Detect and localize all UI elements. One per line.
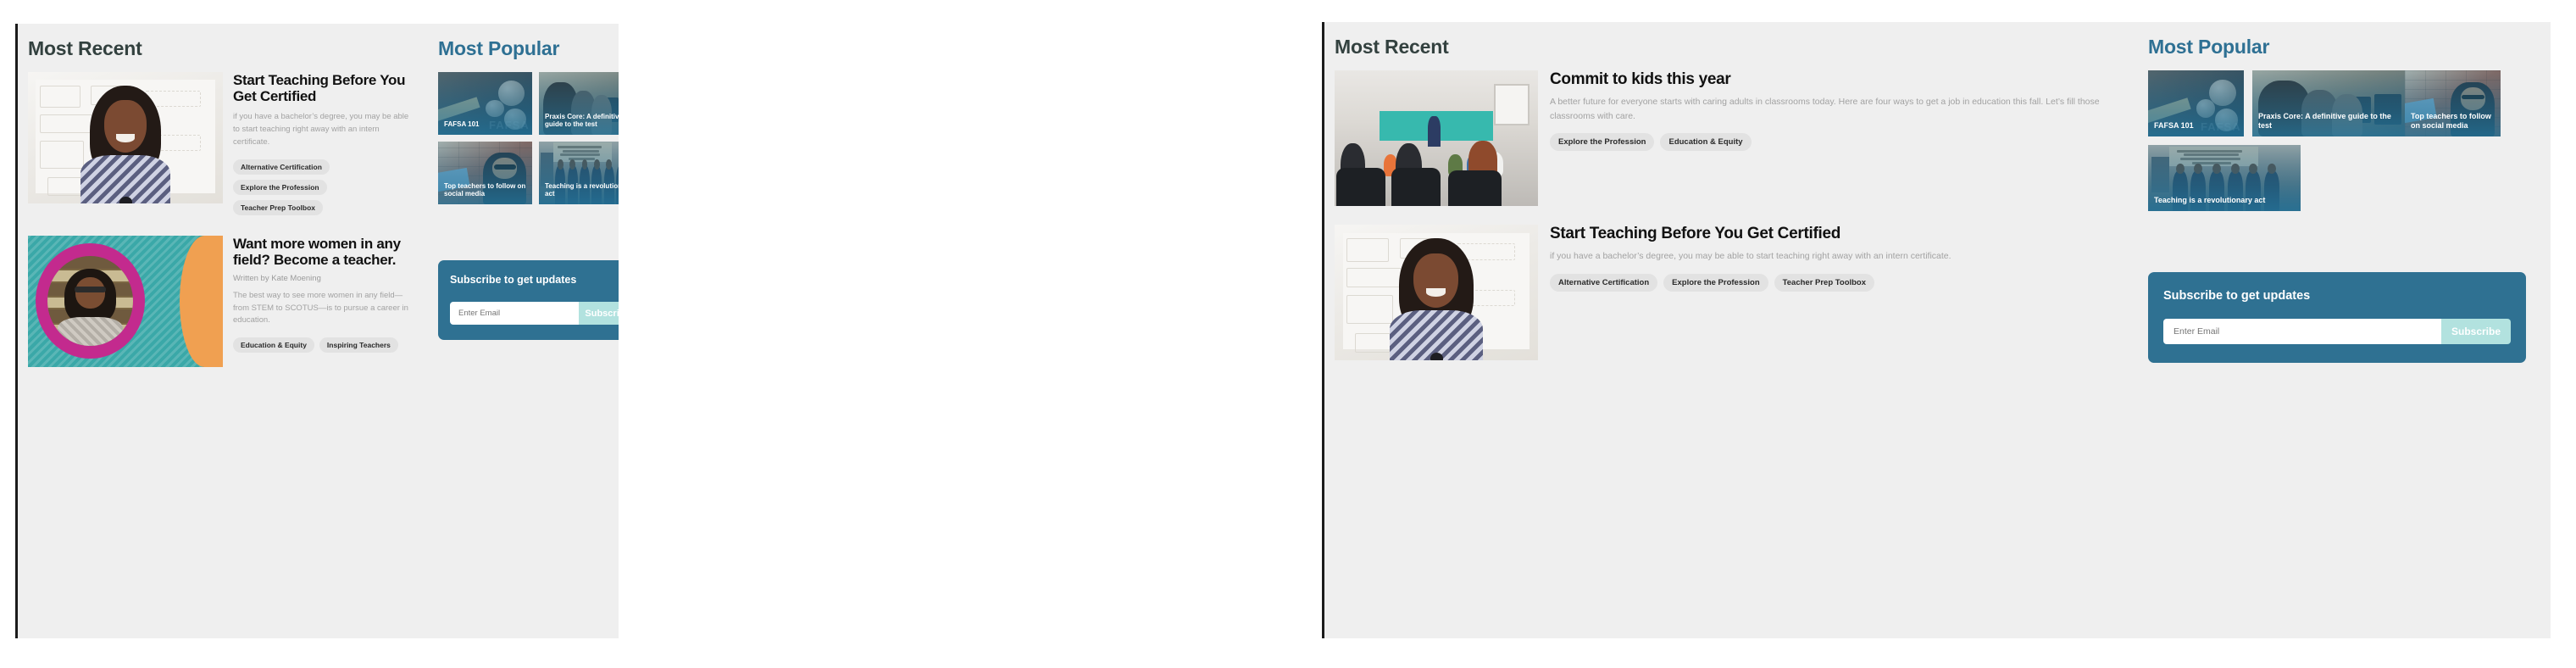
- article-card[interactable]: Want more women in any field? Become a t…: [18, 235, 423, 367]
- popular-card-caption: Praxis Core: A definitive guide to the t…: [545, 112, 619, 129]
- article-tag[interactable]: Explore the Profession: [233, 179, 327, 195]
- article-tag[interactable]: Inspiring Teachers: [319, 337, 398, 353]
- article-tag[interactable]: Teacher Prep Toolbox: [1774, 273, 1875, 292]
- article-excerpt: if you have a bachelor’s degree, you may…: [1550, 251, 1951, 262]
- article-tag[interactable]: Education & Equity: [233, 337, 314, 353]
- article-tag[interactable]: Education & Equity: [1660, 133, 1752, 151]
- subscribe-title: Subscribe to get updates: [450, 274, 577, 286]
- most-recent-column: Most Recent: [1324, 22, 2129, 638]
- article-title[interactable]: Start Teaching Before You Get Certified: [233, 72, 416, 104]
- article-card[interactable]: Commit to kids this year A better future…: [1324, 70, 2129, 206]
- popular-card[interactable]: Praxis Core: A definitive guide to the t…: [539, 72, 619, 135]
- teacher-at-whiteboard-image: [1335, 225, 1538, 360]
- article-byline: Written by Kate Moening: [233, 273, 321, 283]
- article-tag-row: Alternative Certification Explore the Pr…: [233, 159, 416, 220]
- popular-card-caption: FAFSA 101: [444, 120, 480, 129]
- teacher-at-whiteboard-image: [28, 72, 223, 203]
- popular-card-grid: FAFSA FAFSA 101 Praxis Core: A definitiv…: [2129, 70, 2551, 220]
- article-tag-row: Explore the Profession Education & Equit…: [1550, 133, 2121, 157]
- subscribe-button[interactable]: Subscribe: [2441, 319, 2511, 344]
- screenshot-stage: Most Recent Start Teaching Before You Ge…: [0, 0, 2576, 668]
- popular-card-caption: Praxis Core: A definitive guide to the t…: [2258, 112, 2391, 131]
- article-thumbnail[interactable]: [28, 72, 223, 203]
- subscribe-form: Subscribe: [450, 302, 619, 325]
- most-popular-column: Most Popular FAFSA FAFSA 101: [2129, 22, 2551, 638]
- subscribe-title: Subscribe to get updates: [2163, 289, 2311, 303]
- most-recent-column: Most Recent: [18, 24, 423, 638]
- classroom-audience-image: [1335, 70, 1538, 206]
- article-tag[interactable]: Alternative Certification: [233, 159, 330, 175]
- popular-card-caption: Teaching is a revolutionary act: [545, 181, 619, 198]
- most-recent-heading: Most Recent: [1335, 36, 1449, 58]
- most-recent-heading: Most Recent: [28, 37, 142, 59]
- article-tag[interactable]: Alternative Certification: [1550, 273, 1658, 292]
- popular-card[interactable]: Praxis Core: A definitive guide to the t…: [2252, 70, 2405, 136]
- subscribe-widget: Subscribe to get updates Subscribe: [2148, 272, 2526, 363]
- article-title[interactable]: Want more women in any field? Become a t…: [233, 236, 416, 268]
- article-tag-row: Alternative Certification Explore the Pr…: [1550, 273, 2121, 298]
- blog-panel-left: Most Recent Start Teaching Before You Ge…: [15, 24, 619, 638]
- most-popular-column: Most Popular FAFSA FAFSA 101: [423, 24, 619, 638]
- article-card[interactable]: Start Teaching Before You Get Certified …: [18, 72, 423, 220]
- popular-card-caption: FAFSA 101: [2154, 121, 2194, 131]
- article-thumbnail[interactable]: [1335, 225, 1538, 360]
- subscribe-button[interactable]: Subscribe: [579, 302, 619, 325]
- article-title[interactable]: Start Teaching Before You Get Certified: [1550, 225, 2121, 242]
- article-tag[interactable]: Teacher Prep Toolbox: [233, 199, 324, 215]
- popular-card[interactable]: Top teachers to follow on social media: [438, 142, 532, 204]
- article-excerpt: if you have a bachelor’s degree, you may…: [233, 112, 409, 147]
- subscribe-widget: Subscribe to get updates Subscribe: [438, 260, 619, 340]
- popular-card[interactable]: Teaching is a revolutionary act: [2148, 145, 2301, 211]
- popular-card[interactable]: FAFSA FAFSA 101: [2148, 70, 2244, 136]
- judge-portrait-graphic-image: [28, 235, 223, 367]
- popular-card-caption: Top teachers to follow on social media: [2411, 112, 2491, 131]
- email-input[interactable]: [450, 302, 579, 325]
- article-thumbnail[interactable]: [1335, 70, 1538, 206]
- popular-card-caption: Teaching is a revolutionary act: [2154, 196, 2266, 205]
- most-popular-heading: Most Popular: [438, 37, 560, 59]
- popular-card[interactable]: FAFSA FAFSA 101: [438, 72, 532, 135]
- popular-card-caption: Top teachers to follow on social media: [444, 181, 526, 198]
- article-tag[interactable]: Explore the Profession: [1663, 273, 1768, 292]
- article-excerpt: A better future for everyone starts with…: [1550, 97, 2100, 121]
- email-input[interactable]: [2163, 319, 2441, 344]
- subscribe-form: Subscribe: [2163, 319, 2511, 344]
- article-tag-row: Education & Equity Inspiring Teachers: [233, 337, 416, 358]
- article-tag[interactable]: Explore the Profession: [1550, 133, 1655, 151]
- blog-panel-right: Most Recent Commit to kids this year A b…: [1322, 22, 2551, 638]
- article-card[interactable]: Start Teaching Before You Get Certified …: [1324, 225, 2129, 360]
- article-thumbnail[interactable]: [28, 235, 223, 367]
- popular-card[interactable]: Top teachers to follow on social media: [2405, 70, 2501, 136]
- popular-card-grid: FAFSA FAFSA 101 Praxis Core: A definitiv…: [423, 72, 619, 211]
- most-popular-heading: Most Popular: [2148, 36, 2270, 58]
- article-title[interactable]: Commit to kids this year: [1550, 70, 2121, 88]
- article-excerpt: The best way to see more women in any fi…: [233, 290, 408, 326]
- popular-card[interactable]: Teaching is a revolutionary act: [539, 142, 619, 204]
